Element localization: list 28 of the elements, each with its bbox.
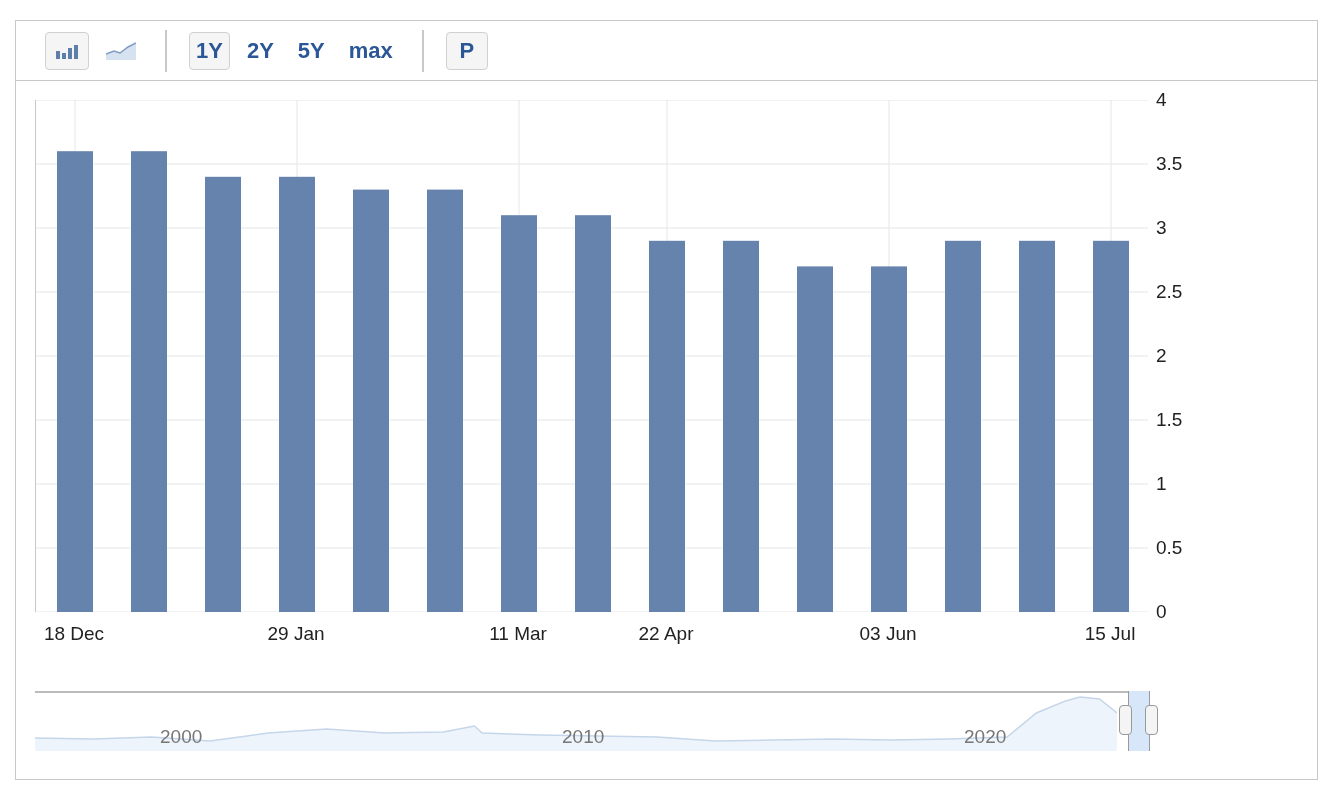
bar-chart-button[interactable] xyxy=(45,31,89,70)
x-axis-label: 29 Jan xyxy=(267,622,325,646)
y-axis-label: 4 xyxy=(1156,87,1167,112)
area-chart-icon xyxy=(106,41,136,60)
bar-chart-icon xyxy=(55,42,79,59)
y-axis-label: 0 xyxy=(1156,599,1167,624)
x-axis-label: 11 Mar xyxy=(489,622,547,646)
y-axis-label: 2 xyxy=(1156,343,1167,368)
x-axis-label: 18 Dec xyxy=(43,622,105,646)
year-label: 2020 xyxy=(964,725,1007,749)
y-axis-label: 1.5 xyxy=(1156,407,1183,432)
y-axis-label: 1 xyxy=(1156,471,1167,496)
x-axis-label: 22 Apr xyxy=(638,622,694,646)
y-axis-label: 3 xyxy=(1156,215,1167,240)
range-button[interactable]: 1Y xyxy=(189,31,230,70)
range-button[interactable]: 5Y xyxy=(290,31,332,70)
handle-icon[interactable] xyxy=(1119,705,1132,735)
x-axis-label: 15 Jul xyxy=(1084,622,1136,646)
year-label: 2000 xyxy=(160,725,203,749)
range-button[interactable]: 2Y xyxy=(239,31,281,70)
y-axis-label: 0.5 xyxy=(1156,535,1183,560)
p-button[interactable]: P xyxy=(445,31,488,70)
y-axis-label: 2.5 xyxy=(1156,279,1183,304)
handle-icon[interactable] xyxy=(1145,705,1158,735)
x-axis-label: 03 Jun xyxy=(859,622,917,646)
y-axis-label: 3.5 xyxy=(1156,151,1183,176)
range-button[interactable]: max xyxy=(341,31,400,70)
year-label: 2010 xyxy=(562,725,605,749)
